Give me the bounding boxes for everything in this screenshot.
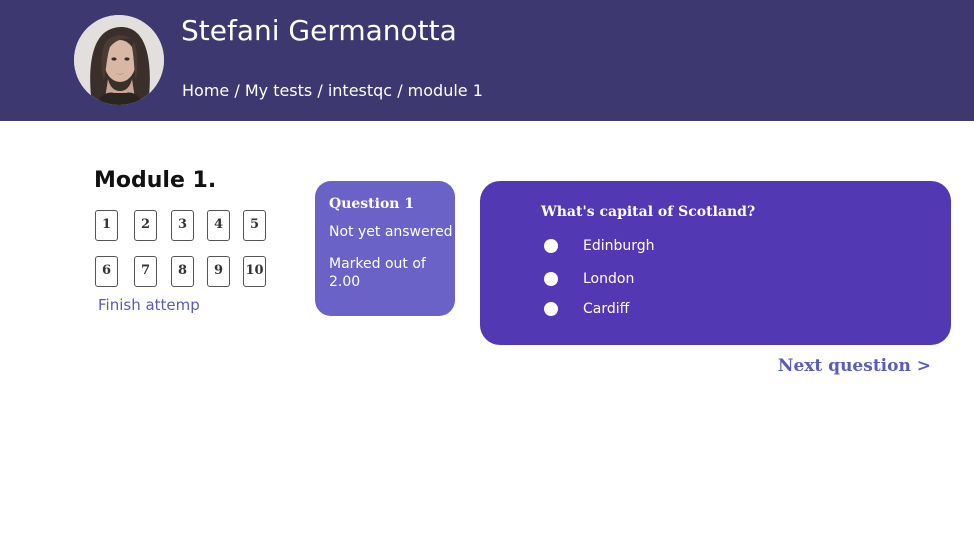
answer-label[interactable]: Edinburgh — [583, 236, 655, 256]
question-nav-button[interactable]: 7 — [134, 256, 157, 287]
question-nav-button[interactable]: 10 — [243, 256, 266, 287]
answer-option[interactable]: Edinburgh — [544, 236, 764, 256]
answer-option[interactable]: Cardiff — [544, 299, 764, 319]
radio-button[interactable] — [544, 239, 558, 253]
quiz-page: Stefani Germanotta Home / My tests / int… — [0, 0, 974, 558]
radio-button[interactable] — [544, 272, 558, 286]
next-question-button[interactable]: Next question > — [778, 356, 931, 376]
question-nav-button[interactable]: 3 — [171, 210, 194, 241]
question-nav-button[interactable]: 4 — [207, 210, 230, 241]
user-photo-icon — [74, 15, 164, 105]
question-info-card: Question 1 Not yet answered Marked out o… — [315, 181, 455, 316]
answer-option[interactable]: London — [544, 269, 764, 289]
question-grade: Marked out of 2.00 — [329, 256, 426, 290]
question-nav-button[interactable]: 1 — [95, 210, 118, 241]
breadcrumb-module[interactable]: module 1 — [408, 81, 483, 100]
answer-label[interactable]: London — [583, 269, 634, 289]
question-nav-button[interactable]: 2 — [134, 210, 157, 241]
question-state: Not yet answered — [329, 224, 453, 240]
question-nav-button[interactable]: 8 — [171, 256, 194, 287]
module-title: Module 1. — [94, 168, 217, 193]
breadcrumb: Home / My tests / intestqc / module 1 — [182, 81, 483, 101]
answer-label[interactable]: Cardiff — [583, 299, 629, 319]
question-nav-button[interactable]: 9 — [207, 256, 230, 287]
breadcrumb-separator: / — [397, 81, 408, 100]
header-bar: Stefani Germanotta Home / My tests / int… — [0, 0, 974, 121]
user-name: Stefani Germanotta — [181, 14, 457, 47]
finish-attempt-link[interactable]: Finish attemp — [98, 296, 200, 314]
breadcrumb-my-tests[interactable]: My tests — [245, 81, 312, 100]
question-text: What's capital of Scotland? — [541, 204, 756, 220]
breadcrumb-home[interactable]: Home — [182, 81, 229, 100]
breadcrumb-course[interactable]: intestqc — [328, 81, 392, 100]
question-nav-button[interactable]: 6 — [95, 256, 118, 287]
radio-button[interactable] — [544, 302, 558, 316]
breadcrumb-separator: / — [234, 81, 245, 100]
question-nav-button[interactable]: 5 — [243, 210, 266, 241]
breadcrumb-separator: / — [317, 81, 328, 100]
question-number: Question 1 — [329, 196, 415, 212]
question-card: What's capital of Scotland? Edinburgh Lo… — [480, 181, 951, 345]
avatar[interactable] — [74, 15, 164, 105]
